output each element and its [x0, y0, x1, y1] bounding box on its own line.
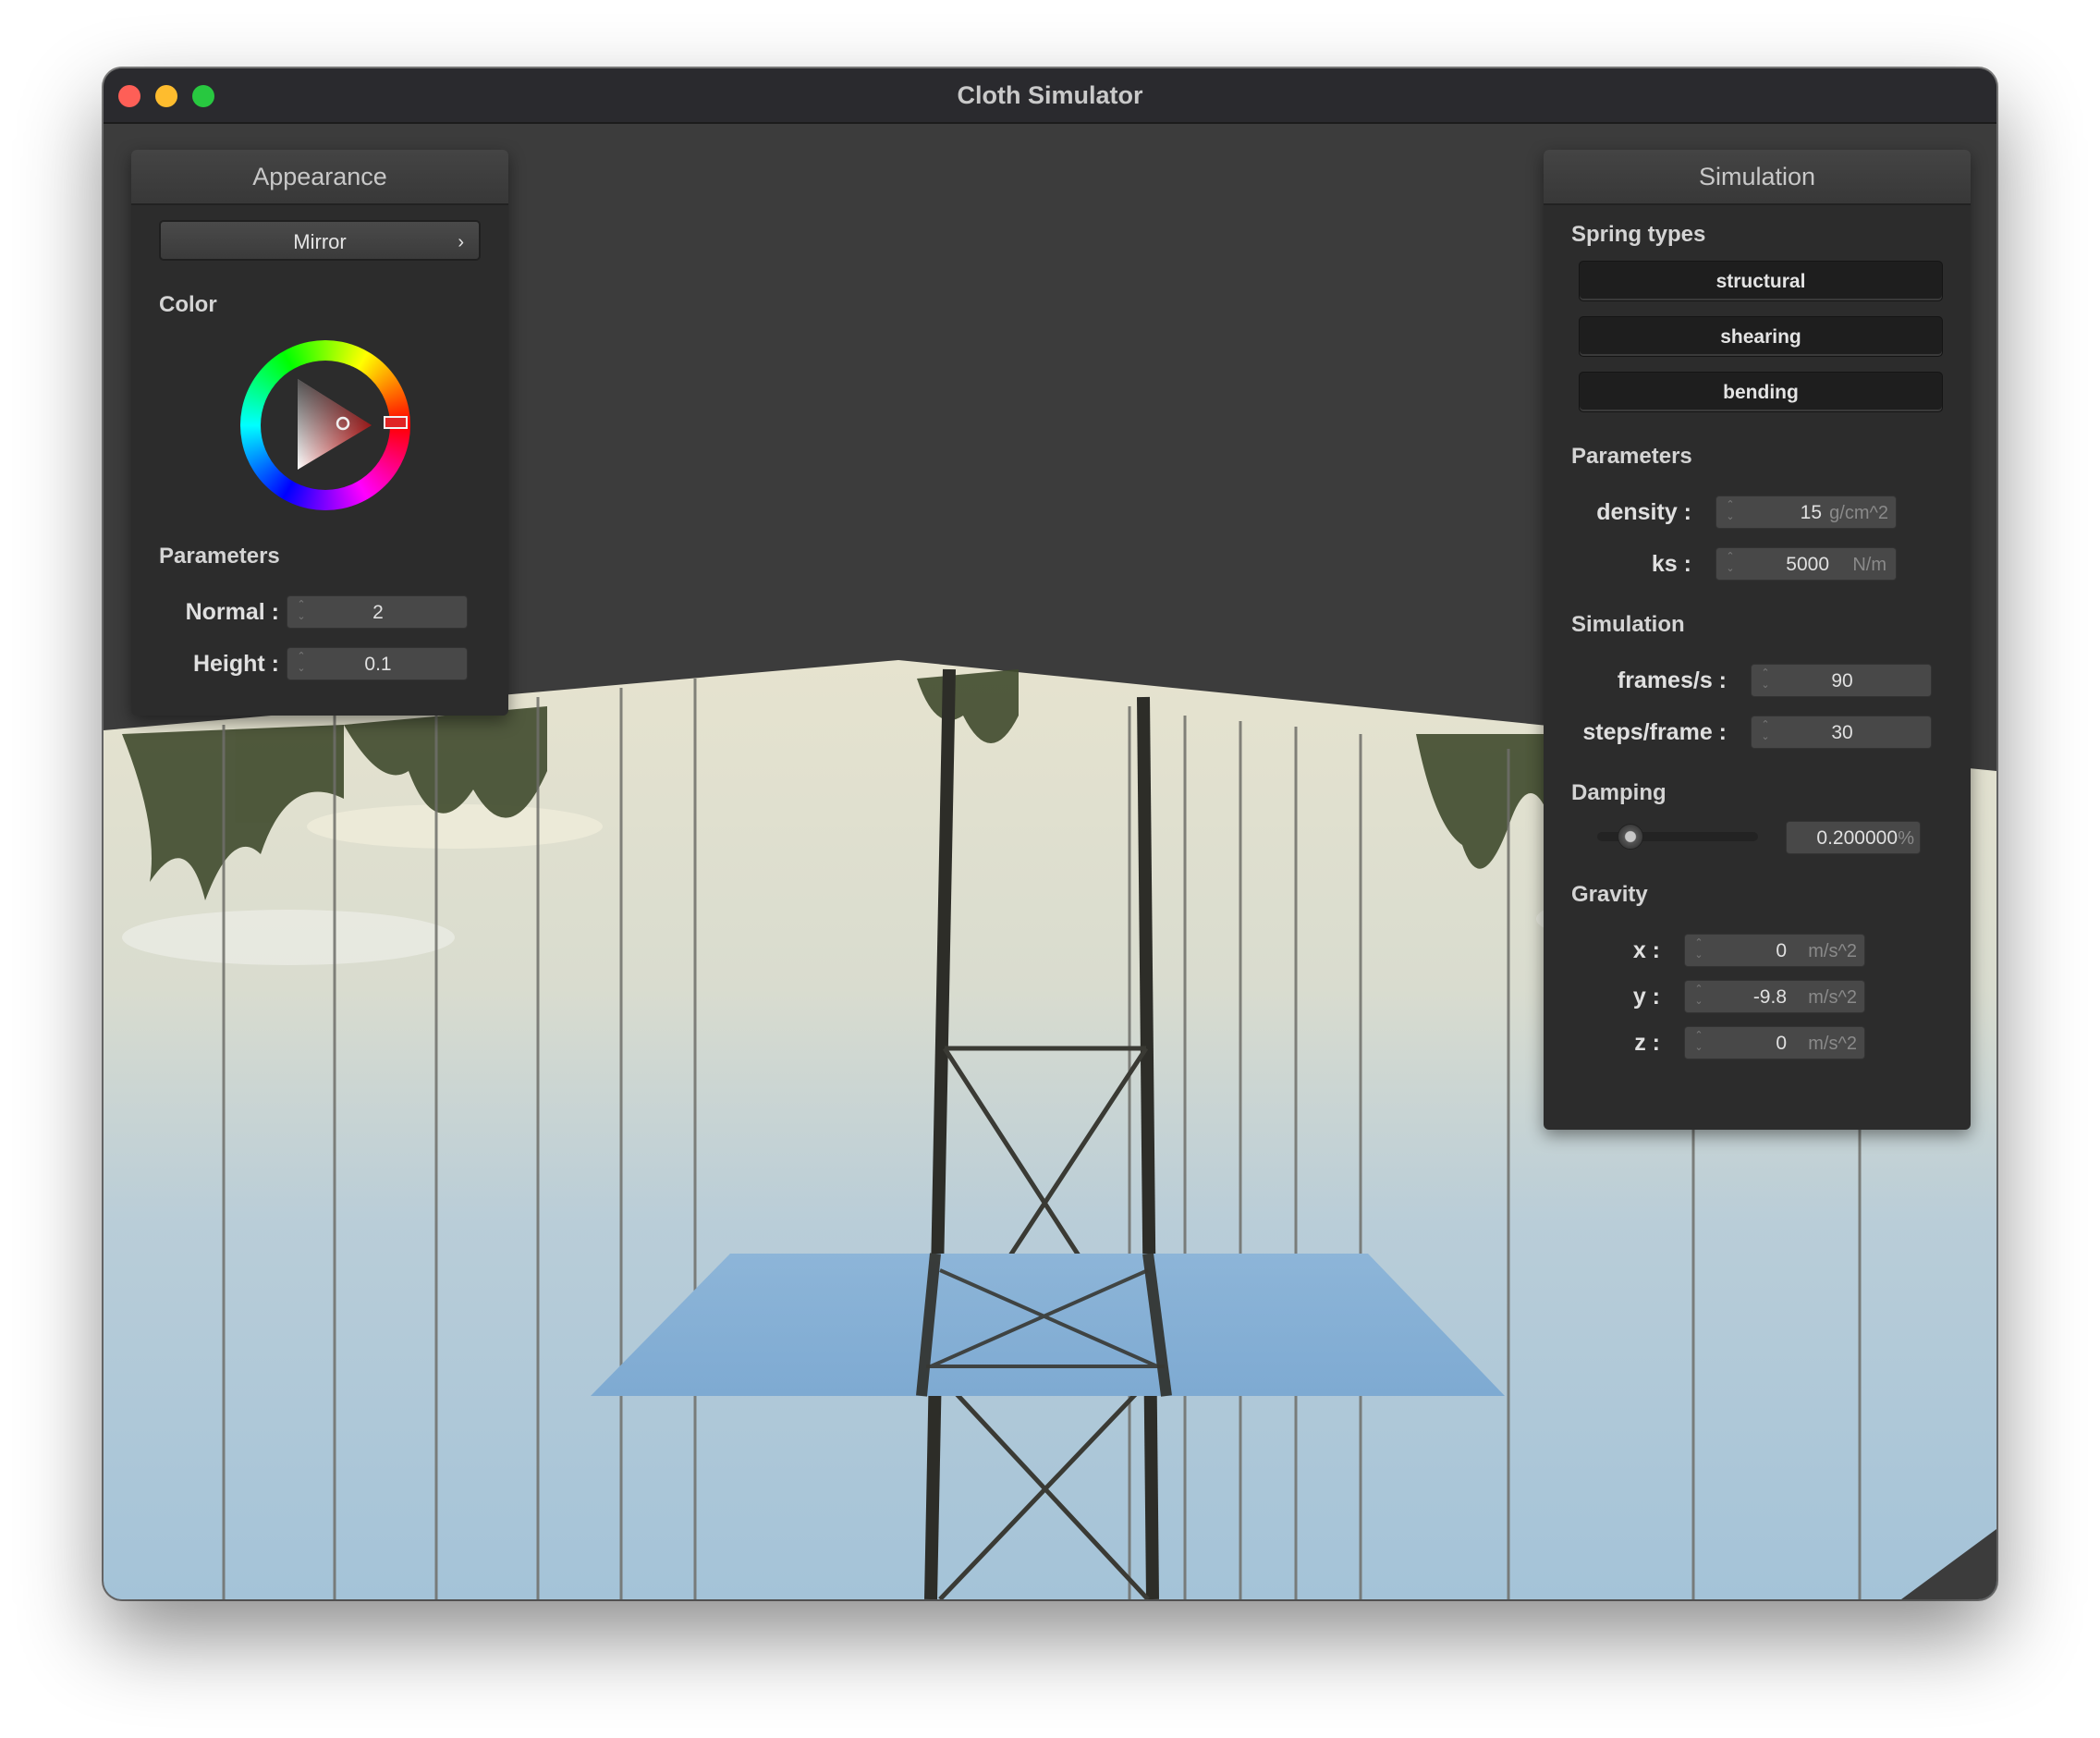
damping-label: Damping [1571, 780, 1667, 805]
gravity-z-value: 0 [1776, 1033, 1787, 1054]
gravity-x-unit: m/s^2 [1808, 941, 1857, 961]
damping-slider-knob[interactable] [1617, 824, 1643, 850]
sim-params-label: Parameters [1571, 444, 1692, 469]
steps-label: steps/frame : [1582, 719, 1727, 745]
spring-structural-toggle[interactable]: structural [1579, 261, 1943, 301]
spring-shearing-toggle[interactable]: shearing [1579, 316, 1943, 357]
density-stepper-icon[interactable]: ⌃ ⌄ [1724, 499, 1737, 525]
damping-value: 0.200000 [1816, 827, 1898, 849]
gravity-z-label: z : [1634, 1030, 1660, 1056]
damping-input[interactable]: 0.200000 % [1786, 821, 1921, 854]
normal-value: 2 [372, 602, 384, 623]
steps-input[interactable]: ⌃ ⌄ 30 [1751, 716, 1932, 749]
chevron-right-icon: › [458, 232, 464, 252]
simulation-section-label: Simulation [1571, 612, 1685, 637]
density-input[interactable]: ⌃ ⌄ 15 g/cm^2 [1715, 496, 1897, 529]
height-value: 0.1 [364, 654, 392, 675]
height-input[interactable]: ⌃ ⌄ 0.1 [287, 647, 468, 680]
appearance-params-label: Parameters [159, 544, 280, 569]
gravity-z-input[interactable]: ⌃ ⌄ 0 m/s^2 [1684, 1026, 1865, 1059]
simulation-panel-header[interactable]: Simulation [1544, 150, 1971, 205]
gravity-z-unit: m/s^2 [1808, 1034, 1857, 1054]
normal-label: Normal : [185, 599, 279, 625]
gravity-y-unit: m/s^2 [1808, 987, 1857, 1008]
app-window: Cloth Simulator Appearance Mirror › Colo… [104, 68, 1996, 1599]
gravity-y-label: y : [1632, 984, 1660, 1010]
shader-dropdown-label: Mirror [293, 230, 347, 253]
appearance-panel: Appearance Mirror › Color Parameters Nor… [131, 150, 508, 716]
window-title: Cloth Simulator [957, 81, 1143, 109]
gravity-y-stepper-icon[interactable]: ⌃ ⌄ [1692, 984, 1705, 1010]
ks-unit: N/m [1852, 555, 1886, 575]
density-value: 15 [1800, 502, 1822, 523]
ks-stepper-icon[interactable]: ⌃ ⌄ [1724, 551, 1737, 577]
damping-unit: % [1898, 828, 1914, 849]
density-unit: g/cm^2 [1829, 503, 1888, 523]
spring-bending-toggle[interactable]: bending [1579, 372, 1943, 412]
spring-types-label: Spring types [1571, 222, 1706, 247]
hue-marker[interactable] [384, 416, 408, 429]
cloth-mesh [591, 1254, 1505, 1396]
fps-input[interactable]: ⌃ ⌄ 90 [1751, 664, 1932, 697]
fps-value: 90 [1831, 670, 1853, 692]
fps-label: frames/s : [1617, 667, 1727, 693]
gravity-y-value: -9.8 [1752, 986, 1787, 1008]
gravity-label: Gravity [1571, 882, 1648, 907]
gravity-z-stepper-icon[interactable]: ⌃ ⌄ [1692, 1030, 1705, 1056]
normal-input[interactable]: ⌃ ⌄ 2 [287, 595, 468, 629]
gravity-y-input[interactable]: ⌃ ⌄ -9.8 m/s^2 [1684, 980, 1865, 1013]
damping-slider[interactable] [1597, 824, 1758, 850]
simulation-panel: Simulation Spring types structural shear… [1544, 150, 1971, 1130]
steps-value: 30 [1831, 722, 1853, 743]
ks-input[interactable]: ⌃ ⌄ 5000 N/m [1715, 547, 1897, 581]
density-label: density : [1596, 499, 1691, 525]
appearance-panel-header[interactable]: Appearance [131, 150, 508, 205]
ks-label: ks : [1651, 551, 1691, 577]
ks-value: 5000 [1786, 554, 1829, 575]
gravity-x-label: x : [1632, 937, 1660, 963]
gravity-x-input[interactable]: ⌃ ⌄ 0 m/s^2 [1684, 934, 1865, 967]
gravity-x-stepper-icon[interactable]: ⌃ ⌄ [1692, 937, 1705, 963]
gravity-x-value: 0 [1776, 940, 1787, 961]
height-label: Height : [192, 651, 279, 677]
title-bar: Cloth Simulator [104, 68, 1996, 124]
color-wheel[interactable] [240, 340, 410, 510]
color-section-label: Color [159, 292, 217, 317]
shader-dropdown[interactable]: Mirror › [159, 220, 481, 261]
